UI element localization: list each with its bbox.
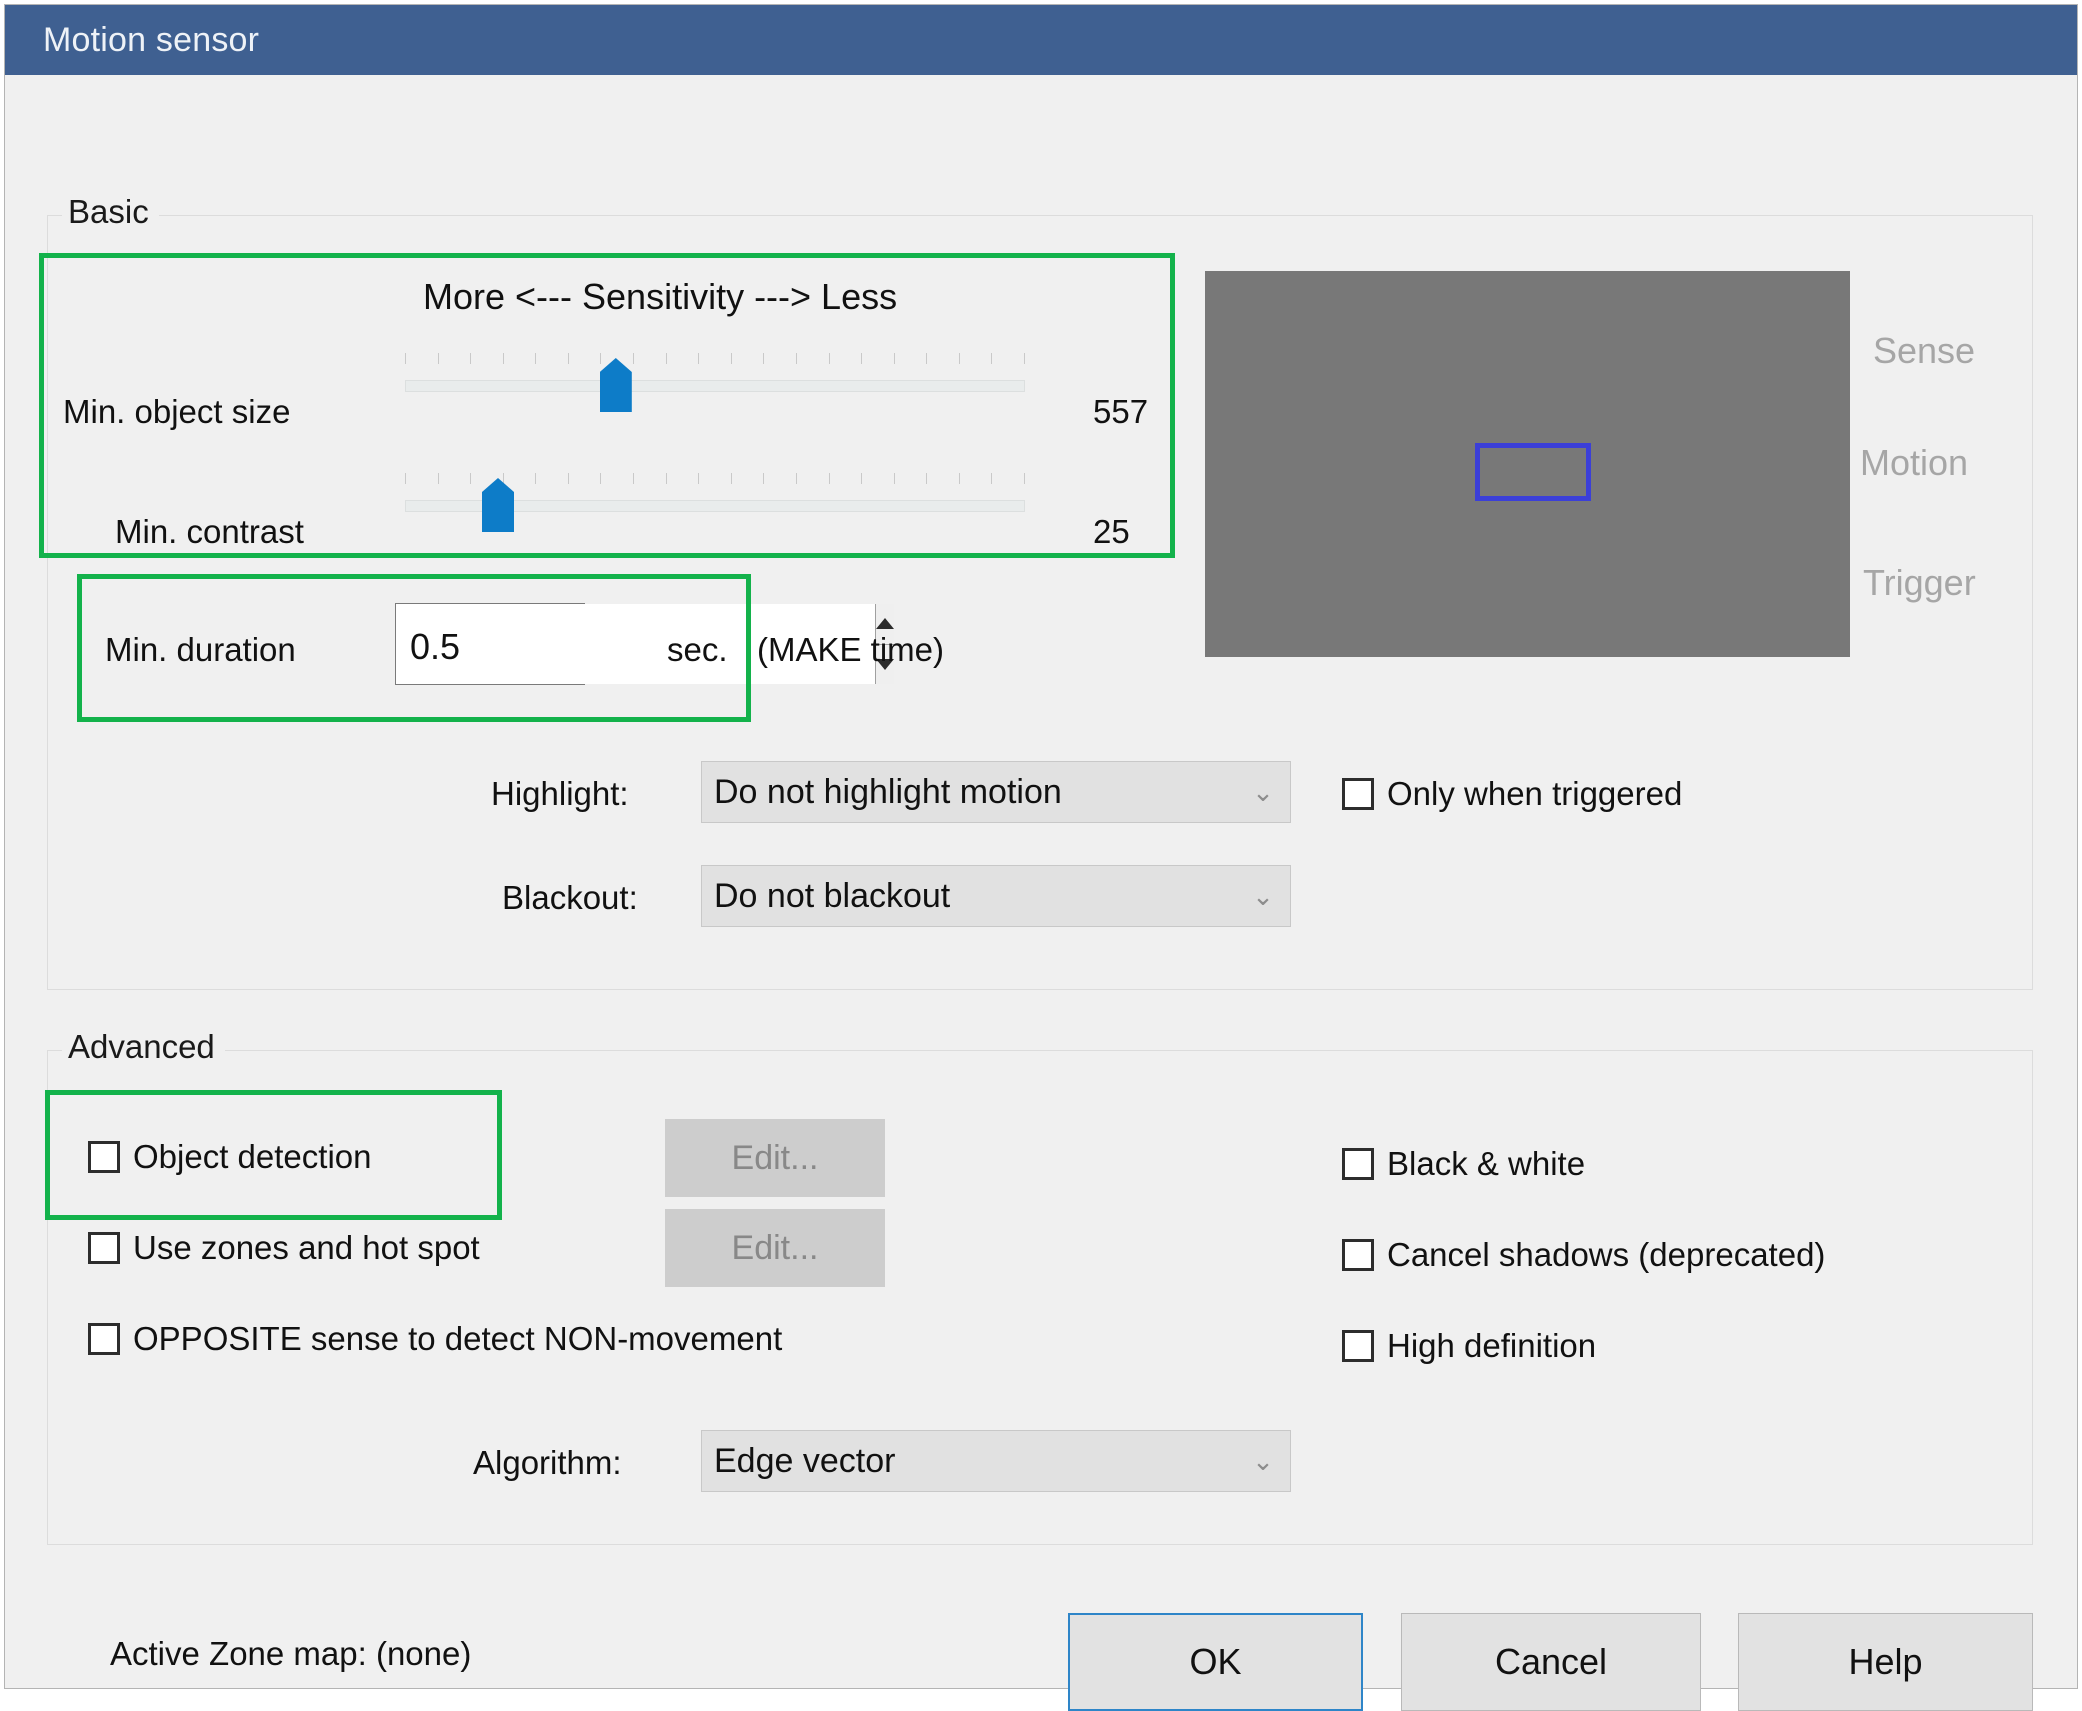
ok-button[interactable]: OK (1068, 1613, 1363, 1711)
active-zone-map-status: Active Zone map: (none) (110, 1635, 472, 1672)
cancel-button[interactable]: Cancel (1401, 1613, 1701, 1711)
min-contrast-value: 25 (1093, 513, 1130, 550)
title-bar: Motion sensor (5, 5, 2077, 75)
camera-preview-panel[interactable] (1205, 271, 1850, 657)
use-zones-checkbox[interactable]: Use zones and hot spot (88, 1231, 480, 1264)
chevron-down-icon: ⌄ (1252, 777, 1274, 807)
algorithm-dropdown[interactable]: Edge vector ⌄ (701, 1430, 1291, 1492)
motion-detection-box (1475, 443, 1591, 501)
high-definition-checkbox[interactable]: High definition (1342, 1329, 1596, 1362)
opposite-sense-label: OPPOSITE sense to detect NON-movement (133, 1320, 783, 1357)
blackout-selected-value: Do not blackout (714, 876, 951, 915)
highlight-dropdown[interactable]: Do not highlight motion ⌄ (701, 761, 1291, 823)
slider-thumb[interactable] (599, 358, 632, 412)
highlight-selected-value: Do not highlight motion (714, 772, 1062, 811)
black-and-white-checkbox[interactable]: Black & white (1342, 1147, 1585, 1180)
high-definition-label: High definition (1387, 1327, 1597, 1364)
object-detection-checkbox[interactable]: Object detection (88, 1140, 371, 1173)
sensitivity-caption: More <--- Sensitivity ---> Less (423, 276, 898, 317)
advanced-group-legend: Advanced (62, 1025, 225, 1069)
min-duration-stepper[interactable] (395, 603, 894, 685)
edit-zones-button[interactable]: Edit... (665, 1209, 885, 1287)
caret-up-icon (876, 618, 894, 630)
min-contrast-label: Min. contrast (115, 513, 304, 550)
preview-status-trigger: Trigger (1863, 562, 1976, 603)
motion-sensor-dialog: Motion sensor Basic More <--- Sensitivit… (4, 4, 2078, 1711)
black-and-white-label: Black & white (1387, 1145, 1586, 1182)
only-when-triggered-label: Only when triggered (1387, 775, 1683, 812)
only-when-triggered-checkbox[interactable]: Only when triggered (1342, 777, 1682, 810)
object-detection-label: Object detection (133, 1138, 372, 1175)
make-time-note: (MAKE time) (757, 631, 945, 668)
window-title: Motion sensor (43, 20, 260, 59)
preview-status-sense: Sense (1873, 330, 1976, 371)
checkbox-box-icon[interactable] (1342, 1238, 1374, 1271)
checkbox-box-icon[interactable] (1342, 1329, 1374, 1362)
preview-status-motion: Motion (1860, 442, 1969, 483)
help-button[interactable]: Help (1738, 1613, 2033, 1711)
checkbox-box-icon[interactable] (1342, 777, 1374, 810)
checkbox-box-icon[interactable] (88, 1231, 120, 1264)
highlight-label: Highlight: (491, 775, 629, 812)
checkbox-box-icon[interactable] (88, 1140, 120, 1173)
edit-object-detection-button[interactable]: Edit... (665, 1119, 885, 1197)
min-object-size-slider[interactable] (405, 353, 1025, 413)
blackout-label: Blackout: (502, 879, 638, 916)
use-zones-label: Use zones and hot spot (133, 1229, 480, 1266)
slider-thumb[interactable] (482, 478, 514, 532)
chevron-down-icon: ⌄ (1252, 1446, 1274, 1476)
blackout-dropdown[interactable]: Do not blackout ⌄ (701, 865, 1291, 927)
min-object-size-value: 557 (1093, 393, 1149, 430)
slider-track[interactable] (405, 380, 1025, 392)
checkbox-box-icon[interactable] (1342, 1147, 1374, 1180)
min-contrast-slider[interactable] (405, 473, 1025, 533)
opposite-sense-checkbox[interactable]: OPPOSITE sense to detect NON-movement (88, 1322, 782, 1355)
cancel-shadows-checkbox[interactable]: Cancel shadows (deprecated) (1342, 1238, 1825, 1271)
basic-group-legend: Basic (62, 190, 159, 234)
checkbox-box-icon[interactable] (88, 1322, 120, 1355)
min-object-size-label: Min. object size (63, 393, 291, 430)
min-duration-label: Min. duration (105, 631, 296, 668)
cancel-shadows-label: Cancel shadows (deprecated) (1387, 1236, 1826, 1273)
min-duration-unit-label: sec. (667, 631, 728, 668)
algorithm-label: Algorithm: (473, 1444, 622, 1481)
algorithm-selected-value: Edge vector (714, 1441, 896, 1480)
slider-ticks (405, 353, 1025, 365)
chevron-down-icon: ⌄ (1252, 881, 1274, 911)
dialog-body: Basic More <--- Sensitivity ---> Less Mi… (5, 75, 2077, 1711)
